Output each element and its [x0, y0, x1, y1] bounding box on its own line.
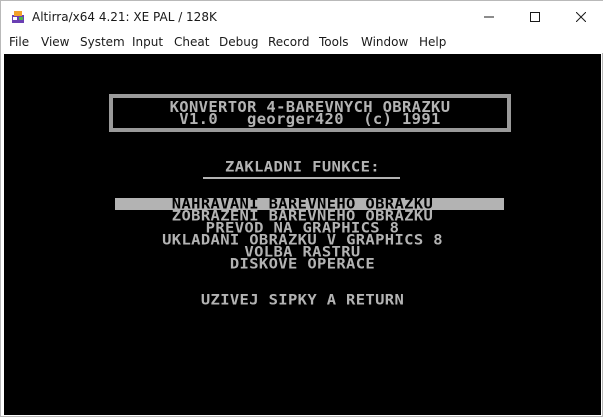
- header-version: V1.0 georger420 (c) 1991: [179, 110, 441, 128]
- emulator-screen[interactable]: KONVERTOR 4-BAREVNYCH OBRAZKU V1.0 georg…: [4, 54, 601, 415]
- minimize-icon: [484, 16, 494, 17]
- header-panel: KONVERTOR 4-BAREVNYCH OBRAZKU V1.0 georg…: [113, 98, 507, 128]
- menu-help[interactable]: Help: [419, 34, 446, 51]
- menu-window[interactable]: Window: [361, 34, 408, 51]
- minimize-button[interactable]: [466, 1, 512, 32]
- maximize-button[interactable]: [512, 1, 558, 32]
- menu-input[interactable]: Input: [132, 34, 163, 51]
- menu-bar: File View System Input Cheat Debug Recor…: [1, 32, 603, 53]
- section-title-underline: [203, 177, 400, 179]
- section-title: ZAKLADNI FUNKCE:: [225, 158, 380, 176]
- close-button[interactable]: [558, 1, 604, 32]
- instruction-hint: UZIVEJ SIPKY A RETURN: [200, 291, 405, 309]
- altirra-app-icon: [12, 11, 24, 23]
- menu-cheat[interactable]: Cheat: [174, 34, 209, 51]
- menu-file[interactable]: File: [9, 34, 29, 51]
- close-icon: [576, 11, 586, 22]
- menu-view[interactable]: View: [41, 34, 69, 51]
- window-title: Altirra/x64 4.21: XE PAL / 128K: [32, 10, 217, 24]
- maximize-icon: [530, 11, 540, 22]
- header-frame: KONVERTOR 4-BAREVNYCH OBRAZKU V1.0 georg…: [109, 94, 511, 132]
- menu-tools[interactable]: Tools: [319, 34, 349, 51]
- app-window: Altirra/x64 4.21: XE PAL / 128K File Vie…: [0, 0, 603, 417]
- menu-debug[interactable]: Debug: [219, 34, 258, 51]
- menu-option-6[interactable]: DISKOVE OPERACE: [4, 257, 601, 271]
- title-bar[interactable]: Altirra/x64 4.21: XE PAL / 128K: [1, 1, 603, 32]
- menu-system[interactable]: System: [80, 34, 125, 51]
- menu-record[interactable]: Record: [268, 34, 309, 51]
